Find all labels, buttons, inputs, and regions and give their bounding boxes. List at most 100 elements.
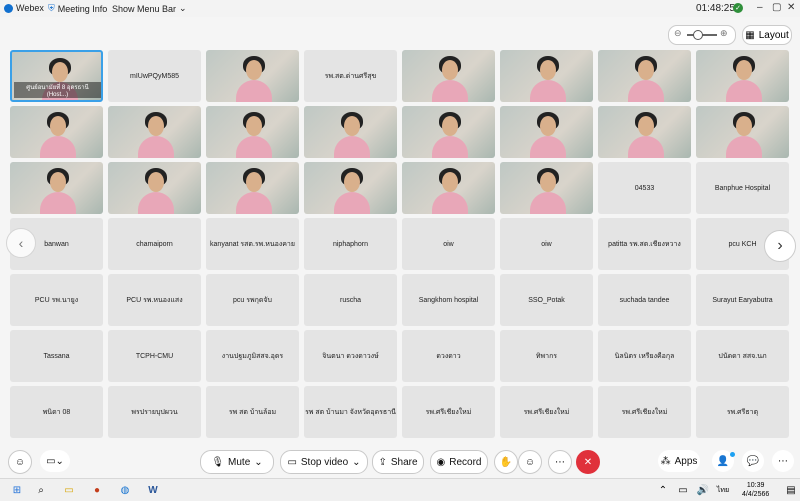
participant-name-tile[interactable]: 04533: [598, 162, 691, 214]
previous-page-button[interactable]: ‹: [6, 228, 36, 258]
participant-name-tile[interactable]: ปนัดดา สสจ.นภ: [696, 330, 789, 382]
participant-video-tile[interactable]: [10, 106, 103, 158]
zoom-slider[interactable]: ⊖ ⊕: [668, 25, 736, 45]
volume-icon[interactable]: 🔊: [696, 483, 710, 497]
language-indicator[interactable]: ไทย: [716, 483, 730, 497]
chevron-right-icon: ›: [777, 237, 783, 254]
participant-video-tile[interactable]: [304, 106, 397, 158]
mute-button[interactable]: 🎙 Mute ⌄: [200, 450, 274, 474]
minimize-button[interactable]: –: [757, 2, 763, 13]
participant-video-tile[interactable]: [402, 162, 495, 214]
participant-name-tile[interactable]: รพ.สต.ด่านศรีสุข: [304, 50, 397, 102]
participant-video-tile[interactable]: [304, 162, 397, 214]
participant-name-tile[interactable]: PCU รพ.นายูง: [10, 274, 103, 326]
record-button[interactable]: ◉ Record: [430, 450, 488, 474]
participant-video-tile[interactable]: [500, 162, 593, 214]
participant-name-tile[interactable]: รพ.ศรีเชียงใหม่: [402, 386, 495, 438]
participant-video-tile[interactable]: [598, 50, 691, 102]
notifications-icon[interactable]: ▤: [784, 483, 798, 497]
reactions-button[interactable]: ☺: [8, 450, 32, 474]
close-window-button[interactable]: ✕: [787, 2, 795, 13]
participant-name-tile[interactable]: นิลนิตร เหรียงคือกุล: [598, 330, 691, 382]
participant-video-tile[interactable]: [10, 162, 103, 214]
participant-name-tile[interactable]: พรปรายบุปผวน: [108, 386, 201, 438]
participant-video-tile[interactable]: [500, 106, 593, 158]
more-options-button[interactable]: ⋯: [548, 450, 572, 474]
participant-name-tile[interactable]: oiw: [402, 218, 495, 270]
next-page-button[interactable]: ›: [764, 230, 796, 262]
apps-button[interactable]: ⁂ Apps: [658, 450, 700, 472]
participant-video-tile[interactable]: [402, 106, 495, 158]
powerpoint-icon[interactable]: ●: [90, 483, 104, 497]
chat-panel-button[interactable]: 💬: [742, 450, 764, 472]
participant-video-tile[interactable]: [108, 106, 201, 158]
raise-hand-button[interactable]: ✋: [494, 450, 518, 474]
participant-name-tile[interactable]: suchada tandee: [598, 274, 691, 326]
participant-name-tile[interactable]: รพ สต บ้านมา จังหวัดอุดรธานี: [304, 386, 397, 438]
participant-video-tile[interactable]: [696, 50, 789, 102]
participant-video-tile[interactable]: [696, 106, 789, 158]
system-tray-chevron-icon[interactable]: ⌃: [656, 483, 670, 497]
word-icon[interactable]: W: [146, 483, 160, 497]
chat-button[interactable]: ▭⌄: [40, 450, 70, 472]
meeting-info-button[interactable]: ⛨ Meeting Info: [48, 3, 107, 14]
participant-name-tile[interactable]: จินตนา ดวงดาวงษ์: [304, 330, 397, 382]
end-call-button[interactable]: ✕: [576, 450, 600, 474]
stop-video-button[interactable]: ▭ Stop video ⌄: [280, 450, 368, 474]
participant-name-tile[interactable]: Banphue Hospital: [696, 162, 789, 214]
participant-video-tile[interactable]: [598, 106, 691, 158]
participant-name-tile[interactable]: รพ.ศรีธาตุ: [696, 386, 789, 438]
maximize-button[interactable]: ▢: [772, 2, 781, 13]
more-icon: ⋯: [555, 456, 565, 468]
participant-name-tile[interactable]: kanyanat รสต.รพ.หนองคาย: [206, 218, 299, 270]
microphone-icon: 🎙: [211, 456, 225, 468]
participant-name-tile[interactable]: Surayut Earyabutra: [696, 274, 789, 326]
participant-face: [638, 60, 654, 80]
participant-name-tile[interactable]: รพ.ศรีเชียงใหม่: [500, 386, 593, 438]
webex-taskbar-icon[interactable]: ◍: [118, 483, 132, 497]
participant-video-tile[interactable]: [206, 50, 299, 102]
participant-video-tile[interactable]: [206, 162, 299, 214]
participant-name-tile[interactable]: patitta รพ.สต.เชียงหวาง: [598, 218, 691, 270]
participant-name-tile[interactable]: oiw: [500, 218, 593, 270]
participant-name-tile[interactable]: ทิพากร: [500, 330, 593, 382]
participant-name-tile[interactable]: chamaiporn: [108, 218, 201, 270]
participant-name: ruscha: [339, 296, 361, 304]
participant-name: พนิดา 08: [42, 408, 71, 416]
participant-video-tile[interactable]: [500, 50, 593, 102]
windows-start-icon[interactable]: ⊞: [10, 483, 24, 497]
taskbar-clock[interactable]: 10:39 4/4/2566: [742, 481, 769, 499]
participant-name-tile[interactable]: PCU รพ.หนองแสง: [108, 274, 201, 326]
participant-name-tile[interactable]: ruscha: [304, 274, 397, 326]
participant-name-tile[interactable]: งานปฐมภูมิสสจ.อุดร: [206, 330, 299, 382]
participant-body: [40, 136, 76, 158]
search-icon[interactable]: ⌕: [34, 483, 48, 497]
participant-video-tile[interactable]: [108, 162, 201, 214]
participant-name-tile[interactable]: รพ สต บ้านล้อม: [206, 386, 299, 438]
file-explorer-icon[interactable]: ▭: [62, 483, 76, 497]
network-icon[interactable]: ▭: [676, 483, 690, 497]
zoom-knob[interactable]: [693, 30, 703, 40]
participant-video-tile[interactable]: [402, 50, 495, 102]
participant-name: oiw: [541, 240, 552, 248]
participant-name-tile[interactable]: SSO_Potak: [500, 274, 593, 326]
show-menu-bar-button[interactable]: Show Menu Bar ⌄: [112, 3, 187, 14]
participant-name-tile[interactable]: Sangkhom hospital: [402, 274, 495, 326]
more-panels-button[interactable]: ⋯: [772, 450, 794, 472]
participant-video-tile[interactable]: ศูนย์อนามัยที่ 8 อุดรธานี (Host...): [10, 50, 103, 102]
layout-button[interactable]: ▦ Layout: [742, 25, 792, 45]
participant-name-tile[interactable]: mIUwPQyM585: [108, 50, 201, 102]
windows-taskbar: ⊞ ⌕ ▭ ● ◍ W ⌃ ▭ 🔊 ไทย 10:39 4/4/2566 ▤: [0, 478, 800, 501]
participant-name-tile[interactable]: pcu รพกุดจับ: [206, 274, 299, 326]
participant-name-tile[interactable]: พนิดา 08: [10, 386, 103, 438]
participant-name-tile[interactable]: ดวงดาว: [402, 330, 495, 382]
participant-name-tile[interactable]: Tassana: [10, 330, 103, 382]
webex-app[interactable]: Webex: [4, 3, 44, 13]
participant-name-tile[interactable]: niphaphorn: [304, 218, 397, 270]
share-button[interactable]: ⇪ Share: [372, 450, 424, 474]
emoji-button[interactable]: ☺: [518, 450, 542, 474]
participant-name: PCU รพ.หนองแสง: [126, 296, 183, 304]
participant-name-tile[interactable]: รพ.ศรีเชียงใหม่: [598, 386, 691, 438]
participant-name-tile[interactable]: TCPH-CMU: [108, 330, 201, 382]
participant-video-tile[interactable]: [206, 106, 299, 158]
